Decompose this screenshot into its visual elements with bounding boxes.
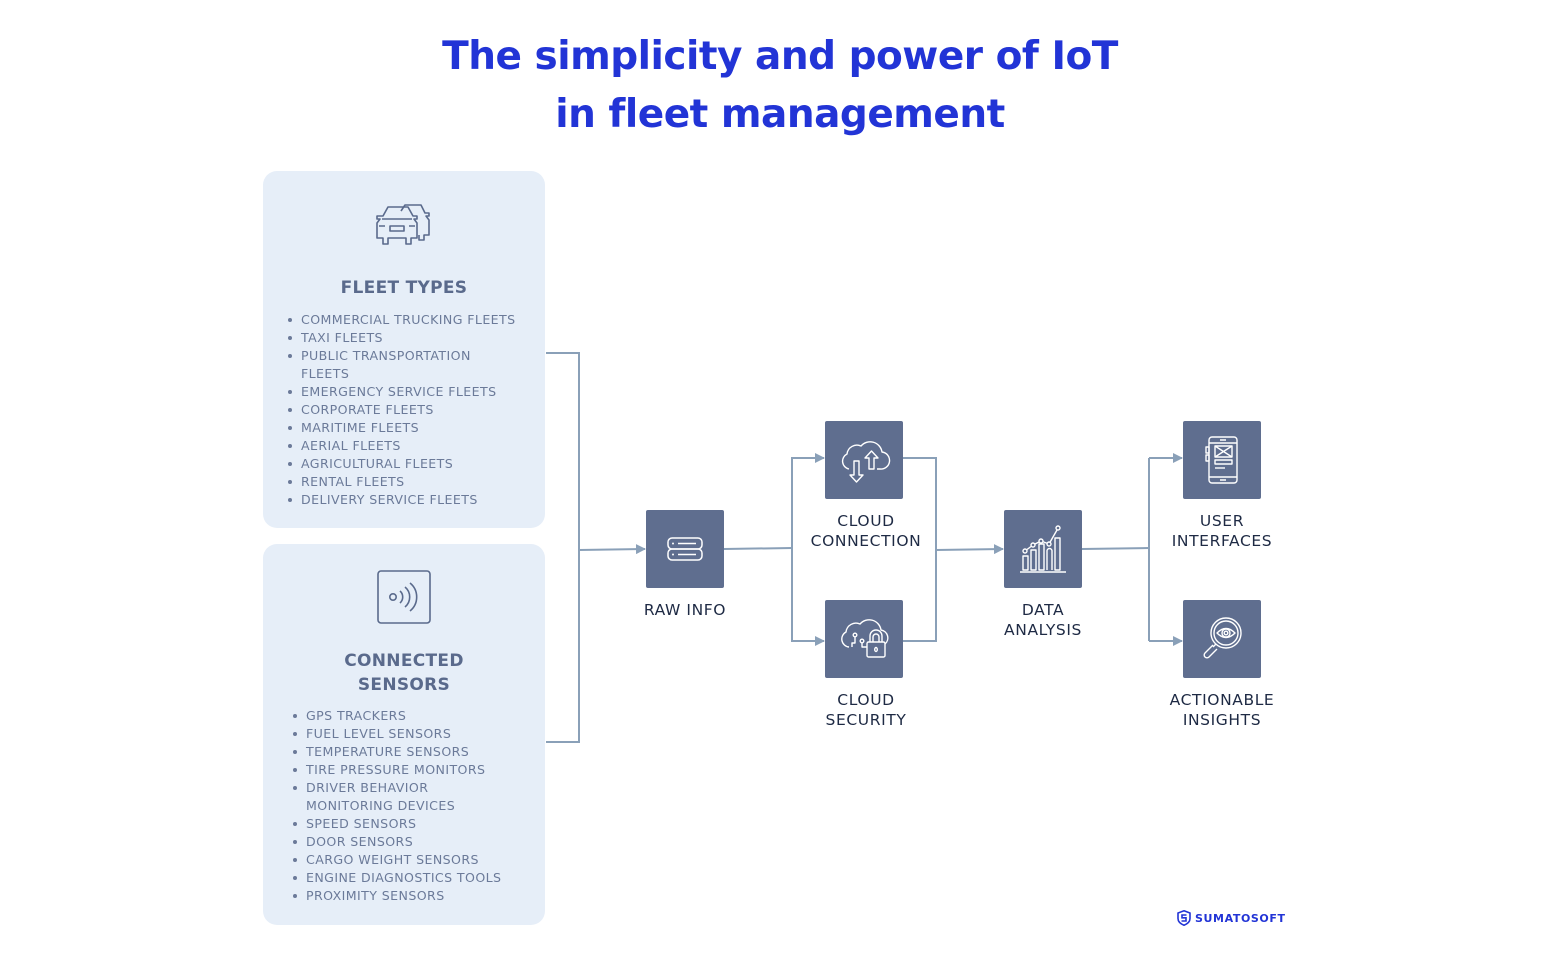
list-item: DRIVER BEHAVIOR MONITORING DEVICES bbox=[293, 779, 476, 815]
label-line-1: CLOUD bbox=[837, 512, 895, 530]
list-item: DOOR SENSORS bbox=[293, 833, 528, 851]
raw-info-node bbox=[646, 510, 724, 588]
brand-logo: SUMATOSOFT bbox=[1177, 909, 1286, 927]
connected-sensors-heading: CONNECTED SENSORS bbox=[263, 649, 545, 697]
list-item: FUEL LEVEL SENSORS bbox=[293, 725, 528, 743]
actionable-insights-node bbox=[1183, 600, 1261, 678]
raw-info-label: RAW INFO bbox=[605, 600, 765, 620]
list-item: PUBLIC TRANSPORTATION FLEETS bbox=[288, 347, 491, 383]
heading-line-1: CONNECTED bbox=[344, 651, 464, 671]
mobile-wireframe-icon bbox=[1205, 436, 1238, 484]
list-item: AERIAL FLEETS bbox=[288, 437, 528, 455]
actionable-insights-label: ACTIONABLE INSIGHTS bbox=[1142, 690, 1302, 730]
connector-fleet-bracket bbox=[546, 352, 580, 743]
user-interfaces-node bbox=[1183, 421, 1261, 499]
cloud-connection-node bbox=[825, 421, 903, 499]
connector-analysis-to-split bbox=[1081, 547, 1150, 550]
brand-name: SUMATOSOFT bbox=[1195, 911, 1286, 925]
label-line-1: ACTIONABLE bbox=[1169, 691, 1275, 709]
list-item: COMMERCIAL TRUCKING FLEETS bbox=[288, 311, 528, 329]
label-line-1: CLOUD bbox=[837, 691, 895, 709]
cloud-sync-icon bbox=[841, 441, 891, 483]
bar-chart-icon bbox=[1020, 525, 1066, 573]
list-item: SPEED SENSORS bbox=[293, 815, 528, 833]
connected-sensors-card: CONNECTED SENSORS GPS TRACKERS FUEL LEVE… bbox=[263, 544, 545, 925]
cloud-lock-icon bbox=[841, 619, 889, 658]
connector-to-raw-info bbox=[578, 544, 646, 555]
fleet-types-list: COMMERCIAL TRUCKING FLEETS TAXI FLEETS P… bbox=[288, 311, 528, 509]
shield-s-logo-icon bbox=[1177, 910, 1191, 926]
connected-sensors-list: GPS TRACKERS FUEL LEVEL SENSORS TEMPERAT… bbox=[293, 707, 528, 905]
label-line-2: ANALYSIS bbox=[1004, 621, 1082, 639]
connector-to-data-analysis bbox=[935, 544, 1004, 555]
label-line-1: RAW INFO bbox=[643, 601, 727, 619]
list-item: AGRICULTURAL FLEETS bbox=[288, 455, 528, 473]
fleet-types-heading: FLEET TYPES bbox=[340, 278, 468, 298]
list-item: TEMPERATURE SENSORS bbox=[293, 743, 528, 761]
data-analysis-node bbox=[1004, 510, 1082, 588]
label-line-2: INSIGHTS bbox=[1182, 711, 1262, 729]
fleet-types-card: FLEET TYPES COMMERCIAL TRUCKING FLEETS T… bbox=[263, 171, 545, 528]
cloud-security-label: CLOUD SECURITY bbox=[786, 690, 946, 730]
list-item: RENTAL FLEETS bbox=[288, 473, 528, 491]
flow-connectors bbox=[546, 352, 1183, 743]
list-item: GPS TRACKERS bbox=[293, 707, 528, 725]
label-line-2: INTERFACES bbox=[1171, 532, 1273, 550]
sensor-signal-icon bbox=[377, 570, 431, 624]
list-item: PROXIMITY SENSORS bbox=[293, 887, 528, 905]
cloud-connection-label: CLOUD CONNECTION bbox=[786, 511, 946, 551]
list-item: MARITIME FLEETS bbox=[288, 419, 528, 437]
label-line-2: CONNECTION bbox=[810, 532, 922, 550]
label-line-2: SECURITY bbox=[825, 711, 907, 729]
heading-line-2: SENSORS bbox=[357, 675, 451, 695]
list-item: CORPORATE FLEETS bbox=[288, 401, 528, 419]
cars-icon bbox=[376, 204, 430, 245]
magnifier-eye-icon bbox=[1203, 617, 1242, 659]
label-line-1: DATA bbox=[1021, 601, 1065, 619]
list-item: DELIVERY SERVICE FLEETS bbox=[288, 491, 528, 509]
data-analysis-label: DATA ANALYSIS bbox=[963, 600, 1123, 640]
list-item: EMERGENCY SERVICE FLEETS bbox=[288, 383, 528, 401]
list-item: TIRE PRESSURE MONITORS bbox=[293, 761, 528, 779]
user-interfaces-label: USER INTERFACES bbox=[1142, 511, 1302, 551]
server-icon bbox=[667, 537, 703, 561]
label-line-1: USER bbox=[1199, 512, 1245, 530]
connector-raw-to-split bbox=[723, 547, 793, 550]
list-item: ENGINE DIAGNOSTICS TOOLS bbox=[293, 869, 528, 887]
cloud-security-node bbox=[825, 600, 903, 678]
list-item: CARGO WEIGHT SENSORS bbox=[293, 851, 528, 869]
list-item: TAXI FLEETS bbox=[288, 329, 528, 347]
